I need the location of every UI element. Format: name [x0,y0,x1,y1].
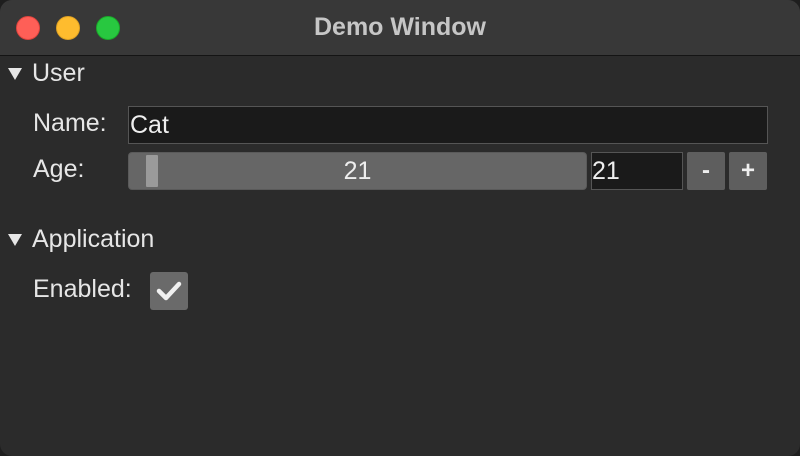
section-header-application-label: Application [32,224,155,253]
window-title: Demo Window [314,13,486,41]
name-input[interactable]: Cat [128,106,768,144]
name-label: Name: [33,109,107,137]
demo-window: Demo Window User Name: Cat Age: 21 21 - … [0,0,800,456]
age-slider[interactable]: 21 [128,152,587,190]
age-increment-button[interactable]: + [729,152,767,190]
section-header-user[interactable]: User [8,57,85,89]
checkmark-icon [156,281,182,301]
enabled-checkbox[interactable] [150,272,188,310]
triangle-down-icon [8,68,22,80]
title-bar[interactable]: Demo Window [0,0,800,56]
age-slider-value: 21 [343,157,372,185]
section-header-user-label: User [32,58,85,87]
age-label: Age: [33,155,85,183]
age-number-input[interactable]: 21 [591,152,683,190]
triangle-down-icon [8,234,22,246]
section-header-application[interactable]: Application [8,223,154,255]
age-decrement-button[interactable]: - [687,152,725,190]
enabled-label: Enabled: [33,275,132,303]
